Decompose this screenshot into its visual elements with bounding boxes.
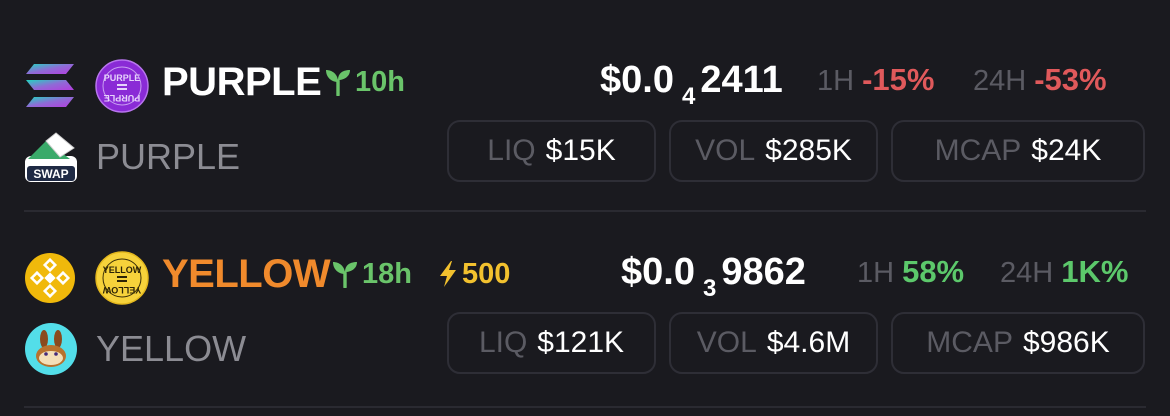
pancakeswap-icon	[25, 323, 77, 375]
change-1h-value: 58%	[902, 254, 965, 289]
sprout-icon	[326, 70, 350, 96]
change-24h-value: 1K%	[1061, 254, 1129, 289]
token-age: 18h	[332, 253, 412, 295]
change-1h-label: 1H	[857, 257, 895, 289]
price-prefix: $0.0	[621, 251, 695, 293]
token-row[interactable]: PURPLE PURPLE PURPLE 10h $0.0 4 2411 1H -15…	[0, 30, 1170, 210]
token-name[interactable]: YELLOW	[162, 246, 331, 302]
price-digits: 9862	[721, 251, 806, 293]
vol-value: $4.6M	[766, 326, 851, 359]
vol-value: $285K	[765, 134, 852, 167]
change-1h-value: -15%	[862, 62, 935, 97]
mcap-value: $24K	[1031, 134, 1102, 167]
solana-icon	[26, 64, 74, 107]
token-age: 10h	[325, 61, 405, 103]
market-cap-stat: MCAP $24K	[891, 120, 1145, 182]
mcap-label: MCAP	[934, 134, 1022, 167]
change-24h: 24H -53%	[973, 58, 1107, 103]
price-zero-count: 3	[702, 275, 717, 302]
change-24h-label: 24H	[973, 65, 1027, 97]
token-icon-text: PURPLE	[104, 93, 141, 103]
token-name[interactable]: PURPLE	[162, 54, 322, 110]
yellow-token-icon: YELLOW YELLOW	[95, 251, 149, 305]
liquidity-stat: LIQ $121K	[447, 312, 656, 374]
swap-label: SWAP	[33, 167, 68, 181]
row-divider	[24, 210, 1146, 212]
token-icon-text: PURPLE	[104, 73, 141, 83]
age-text: 10h	[355, 66, 405, 98]
token-icon-text: YELLOW	[102, 285, 141, 295]
vol-label: VOL	[695, 134, 756, 167]
price: $0.0 3 9862	[621, 244, 806, 305]
liq-value: $15K	[545, 134, 616, 167]
bnb-icon	[25, 253, 75, 303]
change-24h-label: 24H	[1000, 257, 1054, 289]
mcap-label: MCAP	[926, 326, 1013, 359]
token-symbol: PURPLE	[96, 136, 241, 177]
price: $0.0 4 2411	[600, 52, 783, 113]
mcap-value: $986K	[1022, 326, 1110, 359]
price-digits: 2411	[700, 59, 783, 101]
token-symbol: YELLOW	[96, 328, 247, 369]
boost-badge: 500	[438, 253, 510, 295]
price-prefix: $0.0	[600, 59, 674, 101]
age-text: 18h	[362, 258, 412, 290]
purple-token-icon: PURPLE PURPLE	[95, 59, 149, 113]
liq-label: LIQ	[478, 326, 528, 359]
vol-label: VOL	[696, 326, 757, 359]
lightning-icon	[440, 261, 456, 287]
sprout-icon	[333, 262, 357, 288]
price-zero-count: 4	[681, 83, 696, 110]
market-cap-stat: MCAP $986K	[891, 312, 1145, 374]
token-icon-text: YELLOW	[103, 265, 142, 275]
row-divider	[24, 406, 1146, 408]
swap-dex-icon: SWAP	[25, 132, 77, 182]
liquidity-stat: LIQ $15K	[447, 120, 656, 182]
liq-value: $121K	[537, 326, 625, 359]
boost-text: 500	[462, 258, 511, 290]
change-24h-value: -53%	[1034, 62, 1107, 97]
change-1h-label: 1H	[817, 65, 855, 97]
change-1h: 1H -15%	[817, 58, 934, 103]
token-row[interactable]: YELLOW YELLOW YELLOW 18h 500 $0.0 3 9862 1…	[0, 222, 1170, 402]
volume-stat: VOL $4.6M	[669, 312, 878, 374]
change-1h: 1H 58%	[857, 250, 964, 295]
volume-stat: VOL $285K	[669, 120, 878, 182]
change-24h: 24H 1K%	[1000, 250, 1128, 295]
liq-label: LIQ	[487, 134, 536, 167]
